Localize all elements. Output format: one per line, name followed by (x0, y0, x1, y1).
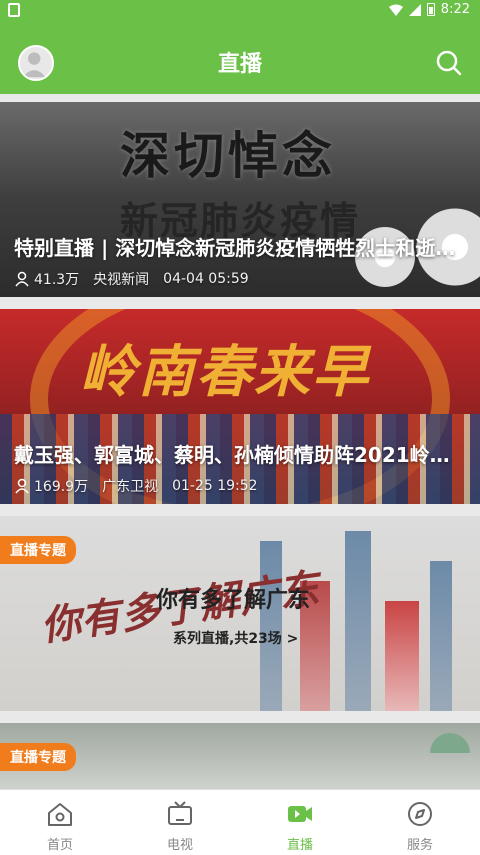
channel-name: 广东卫视 (102, 479, 159, 495)
tab-label: 首页 (46, 838, 73, 853)
tab-service[interactable]: 服务 (360, 790, 480, 855)
compass-icon (408, 802, 432, 826)
status-bar: 8:22 (0, 0, 480, 22)
views-value: 169.9万 (34, 479, 89, 495)
hill-decoration (430, 733, 470, 753)
topic-badge: 直播专题 (0, 743, 76, 771)
card-meta: 169.9万 广东卫视 01-25 19:52 (14, 476, 258, 496)
live-video-icon (288, 806, 312, 822)
tab-label: 电视 (166, 838, 193, 853)
tab-label: 服务 (406, 838, 433, 853)
tab-live[interactable]: 直播 (240, 790, 360, 855)
card-meta: 41.3万 央视新闻 04-04 05:59 (14, 269, 249, 289)
live-list: 深切悼念 新冠肺炎疫情 特别直播 | 深切悼念新冠肺炎疫情牺牲烈士和逝世同胞 4… (0, 94, 480, 789)
page-title: 直播 (217, 52, 262, 77)
topic-title: 你有多了解广东 (156, 588, 311, 613)
person-icon (15, 478, 29, 494)
views-value: 41.3万 (34, 272, 80, 288)
views-count: 41.3万 (14, 269, 79, 289)
topic-card[interactable]: 直播专题 (0, 723, 480, 789)
live-card[interactable]: 深切悼念 新冠肺炎疫情 特别直播 | 深切悼念新冠肺炎疫情牺牲烈士和逝世同胞 4… (0, 102, 480, 297)
building-image (345, 531, 371, 711)
channel-name: 央视新闻 (93, 272, 150, 288)
wifi-icon (388, 4, 403, 16)
tab-home[interactable]: 首页 (0, 790, 120, 855)
notification-icon (8, 3, 20, 17)
card-headline: 特别直播 | 深切悼念新冠肺炎疫情牺牲烈士和逝世同胞 (14, 236, 466, 260)
tv-icon (168, 801, 192, 825)
card-datetime: 04-04 05:59 (163, 271, 249, 287)
home-icon (48, 803, 72, 826)
card-image-text: 深切悼念 (120, 126, 336, 185)
live-card[interactable]: 岭南春来早 戴玉强、郭富城、蔡明、孙楠倾情助阵2021岭南春来早 169.9万 … (0, 309, 480, 504)
search-icon[interactable] (436, 50, 462, 76)
card-image-text: 岭南春来早 (80, 339, 370, 405)
status-time: 8:22 (440, 2, 470, 17)
card-headline: 戴玉强、郭富城、蔡明、孙楠倾情助阵2021岭南春来早 (14, 443, 466, 467)
building-image (260, 541, 282, 711)
topic-subtitle-link[interactable]: 系列直播,共23场 > (173, 628, 298, 648)
building-image (385, 601, 419, 711)
views-count: 169.9万 (14, 476, 88, 496)
building-image (430, 561, 452, 711)
card-datetime: 01-25 19:52 (172, 478, 258, 494)
person-icon (15, 271, 29, 287)
tab-label: 直播 (286, 838, 313, 853)
tab-tv[interactable]: 电视 (120, 790, 240, 855)
app-header: 直播 (0, 22, 480, 94)
bottom-tab-bar: 首页 电视 直播 服务 (0, 789, 480, 855)
topic-badge: 直播专题 (0, 536, 76, 564)
signal-icon (408, 3, 421, 16)
topic-card[interactable]: 你有多了解广东 直播专题 你有多了解广东 系列直播,共23场 > (0, 516, 480, 711)
battery-icon (426, 3, 435, 16)
